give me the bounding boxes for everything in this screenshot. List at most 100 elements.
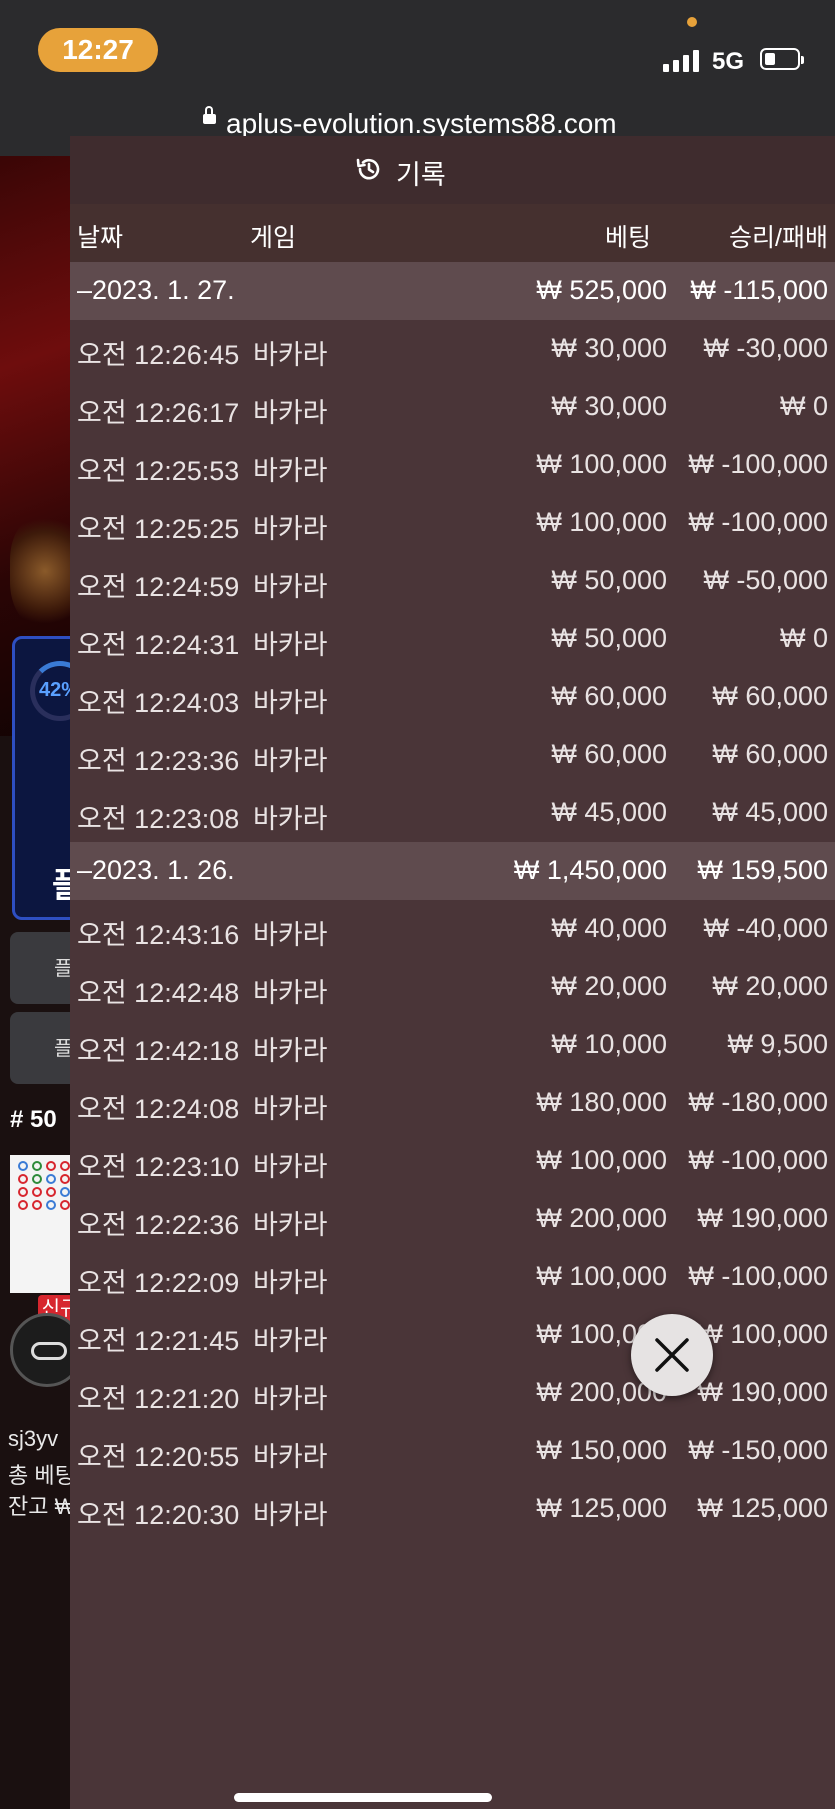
row-time: 오전 12:43:16	[77, 920, 240, 950]
cellular-signal-icon	[663, 48, 703, 72]
row-bet: ₩ 10,000	[551, 1029, 667, 1059]
history-row: 오전 12:23:36 바카라 ₩ 60,000 ₩ 60,000	[70, 726, 835, 784]
row-game: 바카라	[253, 1442, 328, 1472]
row-game: 바카라	[253, 340, 328, 370]
row-bet: ₩ 50,000	[551, 565, 667, 595]
row-time: 오전 12:22:09	[77, 1268, 240, 1298]
history-row: 오전 12:24:08 바카라 ₩ 180,000 ₩ -180,000	[70, 1074, 835, 1132]
row-game: 바카라	[253, 514, 328, 544]
row-game: 바카라	[253, 1384, 328, 1414]
row-win-loss: ₩ 45,000	[712, 797, 828, 827]
row-bet: ₩ 60,000	[551, 681, 667, 711]
row-game: 바카라	[253, 1210, 328, 1240]
bead-road-marker	[18, 1174, 28, 1184]
row-game: 바카라	[253, 456, 328, 486]
history-row: 오전 12:22:09 바카라 ₩ 100,000 ₩ -100,000	[70, 1248, 835, 1306]
total-bet-text: 총 베팅	[8, 1463, 75, 1488]
column-game: 게임	[250, 224, 297, 252]
history-row: 오전 12:23:10 바카라 ₩ 100,000 ₩ -100,000	[70, 1132, 835, 1190]
date-summary-row[interactable]: –2023. 1. 26. ₩ 1,450,000 ₩ 159,500	[70, 842, 835, 900]
row-bet: ₩ 50,000	[551, 623, 667, 653]
row-game: 바카라	[253, 398, 328, 428]
row-time: 오전 12:22:36	[77, 1210, 240, 1240]
row-date: –2023. 1. 27.	[77, 275, 235, 305]
bead-road-marker	[46, 1187, 56, 1197]
history-row: 오전 12:21:20 바카라 ₩ 200,000 ₩ 190,000	[70, 1364, 835, 1422]
history-row: 오전 12:24:59 바카라 ₩ 50,000 ₩ -50,000	[70, 552, 835, 610]
bead-road-marker	[32, 1200, 42, 1210]
row-time: 오전 12:26:17	[77, 398, 240, 428]
history-row: 오전 12:25:53 바카라 ₩ 100,000 ₩ -100,000	[70, 436, 835, 494]
history-row: 오전 12:24:31 바카라 ₩ 50,000 ₩ 0	[70, 610, 835, 668]
row-win-loss: ₩ 190,000	[697, 1377, 828, 1407]
row-time: 오전 12:26:45	[77, 340, 240, 370]
row-time: 오전 12:24:08	[77, 1094, 240, 1124]
row-time: 오전 12:23:08	[77, 804, 240, 834]
bead-road-marker	[18, 1187, 28, 1197]
history-row: 오전 12:21:45 바카라 ₩ 100,000 ₩ 100,000	[70, 1306, 835, 1364]
username-text: sj3yv	[8, 1426, 59, 1451]
bead-road-marker	[60, 1174, 70, 1184]
row-win-loss: ₩ -115,000	[690, 275, 828, 305]
row-time: 오전 12:20:55	[77, 1442, 240, 1472]
round-number: # 50	[10, 1106, 57, 1133]
row-bet: ₩ 100,000	[536, 1261, 667, 1291]
row-game: 바카라	[253, 804, 328, 834]
history-icon	[356, 158, 380, 180]
row-bet: ₩ 525,000	[536, 275, 667, 305]
row-win-loss: ₩ -100,000	[688, 507, 828, 537]
row-game: 바카라	[253, 1326, 328, 1356]
history-row: 오전 12:43:16 바카라 ₩ 40,000 ₩ -40,000	[70, 900, 835, 958]
history-row: 오전 12:26:17 바카라 ₩ 30,000 ₩ 0	[70, 378, 835, 436]
row-time: 오전 12:42:18	[77, 1036, 240, 1066]
row-win-loss: ₩ 190,000	[697, 1203, 828, 1233]
row-bet: ₩ 200,000	[536, 1203, 667, 1233]
row-win-loss: ₩ -180,000	[688, 1087, 828, 1117]
close-button[interactable]	[631, 1314, 713, 1396]
column-date: 날짜	[77, 224, 124, 252]
history-row: 오전 12:24:03 바카라 ₩ 60,000 ₩ 60,000	[70, 668, 835, 726]
row-bet: ₩ 30,000	[551, 391, 667, 421]
row-game: 바카라	[253, 920, 328, 950]
history-title: 기록	[396, 160, 446, 190]
date-summary-row[interactable]: –2023. 1. 27. ₩ 525,000 ₩ -115,000	[70, 262, 835, 320]
bead-road-marker	[32, 1174, 42, 1184]
row-bet: ₩ 180,000	[536, 1087, 667, 1117]
row-bet: ₩ 30,000	[551, 333, 667, 363]
history-row: 오전 12:25:25 바카라 ₩ 100,000 ₩ -100,000	[70, 494, 835, 552]
row-date: –2023. 1. 26.	[77, 855, 235, 885]
row-win-loss: ₩ 0	[779, 391, 828, 421]
row-bet: ₩ 40,000	[551, 913, 667, 943]
row-win-loss: ₩ -150,000	[688, 1435, 828, 1465]
row-win-loss: ₩ 60,000	[712, 739, 828, 769]
home-indicator[interactable]	[234, 1793, 492, 1802]
bead-road-marker	[46, 1174, 56, 1184]
row-time: 오전 12:21:20	[77, 1384, 240, 1414]
row-bet: ₩ 45,000	[551, 797, 667, 827]
row-bet: ₩ 100,000	[536, 449, 667, 479]
bead-road-marker	[60, 1187, 70, 1197]
bead-road-marker	[32, 1161, 42, 1171]
row-win-loss: ₩ -100,000	[688, 1145, 828, 1175]
history-panel: 기록 날짜 게임 베팅 승리/패배 –2023. 1. 27. ₩ 525,000…	[70, 136, 835, 1809]
bead-road-marker	[46, 1200, 56, 1210]
row-bet: ₩ 60,000	[551, 739, 667, 769]
chip-icon	[31, 1342, 67, 1360]
row-time: 오전 12:23:36	[77, 746, 240, 776]
lock-icon	[203, 106, 216, 124]
row-game: 바카라	[253, 1036, 328, 1066]
close-icon	[655, 1338, 689, 1372]
row-win-loss: ₩ -100,000	[688, 449, 828, 479]
bead-road-marker	[18, 1161, 28, 1171]
bead-road-marker	[60, 1200, 70, 1210]
row-bet: ₩ 1,450,000	[513, 855, 667, 885]
battery-icon	[760, 48, 804, 70]
row-time: 오전 12:21:45	[77, 1326, 240, 1356]
history-list[interactable]: –2023. 1. 27. ₩ 525,000 ₩ -115,000 오전 12:26…	[70, 262, 835, 1538]
row-time: 오전 12:25:53	[77, 456, 240, 486]
row-game: 바카라	[253, 1268, 328, 1298]
row-game: 바카라	[253, 978, 328, 1008]
row-bet: ₩ 100,000	[536, 1145, 667, 1175]
row-win-loss: ₩ -30,000	[703, 333, 828, 363]
status-bar: 12:27 5G	[0, 0, 835, 100]
